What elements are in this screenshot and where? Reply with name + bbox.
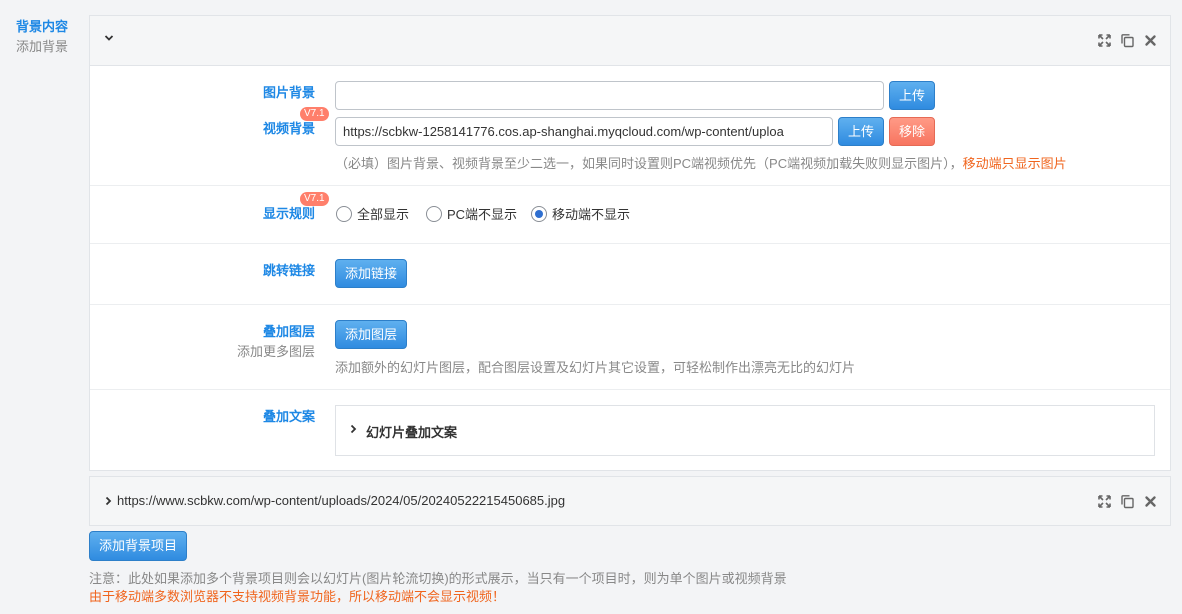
background-item-panel: 图片背景 上传 V7.1 视频背景 https://scbkw-12581417…: [89, 15, 1171, 471]
layer-label: 叠加图层: [262, 324, 315, 339]
radio-hide-pc[interactable]: PC端不显示: [426, 204, 517, 223]
close-icon[interactable]: [1143, 33, 1158, 48]
multi-item-note: 注意：此处如果添加多个背景项目则会以幻灯片(图片轮流切换)的形式展示，当只有一个…: [89, 571, 787, 586]
sidebar-subtitle: 添加背景: [16, 39, 69, 54]
radio-hide-mobile[interactable]: 移动端不显示: [531, 204, 630, 223]
add-link-button[interactable]: 添加链接: [335, 259, 407, 288]
sidebar-title: 背景内容: [16, 19, 69, 34]
slide-text-title[interactable]: 幻灯片叠加文案: [366, 422, 457, 441]
image-upload-button[interactable]: 上传: [889, 81, 935, 110]
layer-sublabel: 添加更多图层: [236, 344, 315, 359]
background-item-collapsed[interactable]: https://www.scbkw.com/wp-content/uploads…: [89, 476, 1171, 526]
chevron-right-icon[interactable]: [103, 496, 113, 506]
radio-button-icon[interactable]: [426, 205, 442, 222]
video-remove-button[interactable]: 移除: [889, 117, 935, 146]
radio-label: 移动端不显示: [552, 207, 631, 222]
expand-icon[interactable]: [1097, 494, 1112, 509]
video-bg-input[interactable]: https://scbkw-1258141776.cos.ap-shanghai…: [335, 117, 833, 146]
chevron-right-icon[interactable]: [348, 424, 358, 434]
collapsed-item-title[interactable]: https://www.scbkw.com/wp-content/uploads…: [117, 493, 565, 508]
chevron-down-icon[interactable]: [104, 33, 114, 43]
image-bg-label: 图片背景: [262, 85, 315, 100]
text-label: 叠加文案: [262, 409, 315, 424]
radio-button-selected-icon[interactable]: [531, 205, 547, 222]
video-upload-button[interactable]: 上传: [838, 117, 884, 146]
background-hint: （必填）图片背景、视频背景至少二选一，如果同时设置则PC端视频优先（PC端视频加…: [335, 153, 1067, 172]
background-hint-warning: 移动端只显示图片: [962, 156, 1067, 171]
image-bg-input[interactable]: [335, 81, 884, 110]
add-layer-button[interactable]: 添加图层: [335, 320, 407, 349]
link-row: 跳转链接 添加链接: [90, 244, 1170, 305]
panel-header[interactable]: [90, 16, 1170, 66]
layer-hint: 添加额外的幻灯片图层，配合图层设置及幻灯片其它设置，可轻松制作出漂亮无比的幻灯片: [335, 360, 856, 375]
slide-text-group[interactable]: 幻灯片叠加文案: [335, 405, 1155, 456]
add-background-item-button[interactable]: 添加背景项目: [89, 531, 187, 561]
link-label: 跳转链接: [262, 263, 315, 278]
expand-icon[interactable]: [1097, 33, 1112, 48]
copy-icon[interactable]: [1120, 494, 1135, 509]
radio-label: PC端不显示: [447, 207, 518, 222]
display-rule-row: V7.1 显示规则 全部显示 PC端不显示 移动端不显示: [90, 186, 1170, 244]
close-icon[interactable]: [1143, 494, 1158, 509]
video-bg-label: 视频背景: [262, 121, 315, 136]
radio-show-all[interactable]: 全部显示: [336, 204, 409, 223]
radio-label: 全部显示: [357, 207, 410, 222]
background-media-row: 图片背景 上传 V7.1 视频背景 https://scbkw-12581417…: [90, 67, 1170, 186]
layer-row: 叠加图层 添加更多图层 添加图层 添加额外的幻灯片图层，配合图层设置及幻灯片其它…: [90, 305, 1170, 390]
display-rule-label: 显示规则: [262, 206, 315, 221]
mobile-video-warning: 由于移动端多数浏览器不支持视频背景功能，所以移动端不会显示视频！: [89, 589, 506, 604]
text-row: 叠加文案 幻灯片叠加文案: [90, 390, 1170, 470]
radio-button-icon[interactable]: [336, 205, 352, 222]
background-hint-text: （必填）图片背景、视频背景至少二选一，如果同时设置则PC端视频优先（PC端视频加…: [335, 156, 963, 171]
copy-icon[interactable]: [1120, 33, 1135, 48]
